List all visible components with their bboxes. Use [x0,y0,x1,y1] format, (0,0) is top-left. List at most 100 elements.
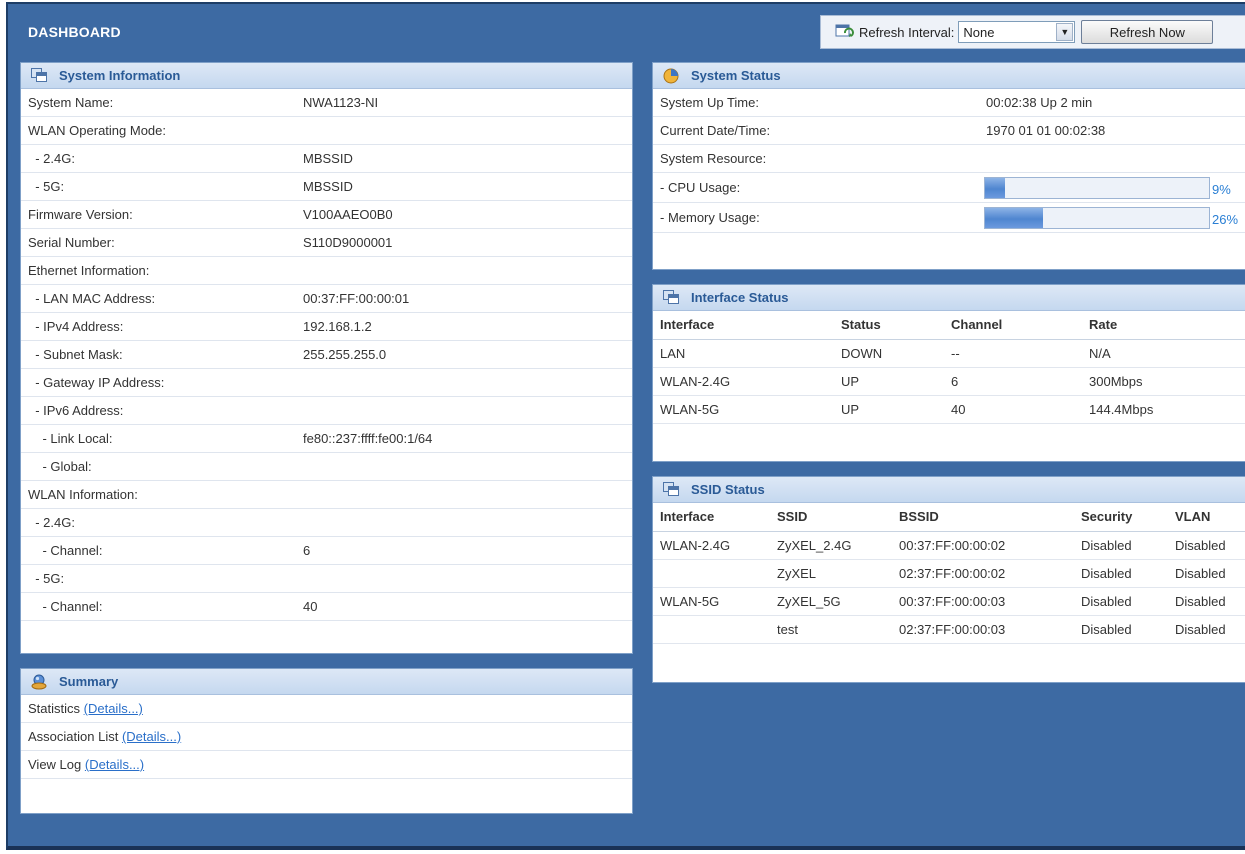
summary-item-statistics: Statistics (Details...) [21,695,632,723]
system-info-row: Serial Number: S110D9000001 [21,229,632,257]
system-info-row: - LAN MAC Address: 00:37:FF:00:00:01 [21,285,632,313]
system-info-row: - 5G: MBSSID [21,173,632,201]
table-cell: WLAN-5G [653,587,777,616]
memory-usage-label: - Memory Usage: [660,210,760,225]
system-status-header: System Status [653,63,1245,89]
status-pie-icon [663,68,681,84]
system-info-value: 6 [303,543,311,558]
summary-header: Summary [21,669,632,695]
system-information-title: System Information [59,68,181,83]
cpu-usage-percent: 9% [1212,182,1231,197]
column-header-ssid: SSID [777,503,899,532]
system-info-value: MBSSID [303,179,353,194]
table-cell: 02:37:FF:00:00:03 [899,615,1081,644]
system-info-label: - 2.4G: [28,515,75,530]
table-cell: test [777,615,899,644]
system-status-title: System Status [691,68,781,83]
system-info-label: - 5G: [28,179,65,194]
column-header-rate: Rate [1089,311,1245,340]
system-info-label: - 5G: [28,571,65,586]
table-cell: WLAN-2.4G [653,367,841,396]
system-info-row: - 5G: [21,565,632,593]
table-cell: UP [841,367,951,396]
association-list-details-link[interactable]: (Details...) [122,729,181,744]
summary-item-label: View Log [28,757,82,772]
system-info-row: - Channel: 40 [21,593,632,621]
interface-status-table: Interface Status Channel Rate LAN DOWN -- N… [653,311,1245,424]
table-cell: -- [951,339,1089,368]
system-info-row: - Subnet Mask: 255.255.255.0 [21,341,632,369]
table-cell: ZyXEL_5G [777,587,899,616]
system-info-value: NWA1123-NI [303,95,379,110]
table-row: ZyXEL 02:37:FF:00:00:02 Disabled Disabled [653,559,1245,588]
ssid-status-header: SSID Status [653,477,1245,503]
view-log-details-link[interactable]: (Details...) [85,757,144,772]
system-info-row: - Channel: 6 [21,537,632,565]
refresh-icon [835,24,855,40]
window-icon [31,67,49,84]
table-cell [653,615,777,644]
current-date-time-row: Current Date/Time: 1970 01 01 00:02:38 [653,117,1245,145]
system-info-label: - Channel: [28,599,103,614]
table-cell: Disabled [1175,615,1245,644]
system-resource-label: System Resource: [660,151,767,166]
table-header-row: Interface Status Channel Rate [653,311,1245,340]
summary-list: Statistics (Details...) Association List… [21,695,632,779]
system-info-label: - 2.4G: [28,151,75,166]
table-cell: 144.4Mbps [1089,395,1245,424]
table-cell: Disabled [1081,615,1175,644]
table-cell: Disabled [1081,587,1175,616]
system-info-label: - Global: [28,459,92,474]
system-resource-row: System Resource: [653,145,1245,173]
ssid-status-rows: WLAN-2.4G ZyXEL_2.4G 00:37:FF:00:00:02 Disa… [653,531,1245,644]
column-header-interface: Interface [653,311,841,340]
table-cell: Disabled [1175,559,1245,588]
memory-usage-percent: 26% [1212,212,1239,227]
table-cell: Disabled [1081,559,1175,588]
table-row: test 02:37:FF:00:00:03 Disabled Disabled [653,615,1245,644]
system-up-time-value: 00:02:38 Up 2 min [986,95,1093,110]
table-cell: LAN [653,339,841,368]
system-info-row: Ethernet Information: [21,257,632,285]
refresh-toolbar: Refresh Interval: None ▼ Refresh Now [820,15,1245,49]
system-info-value: V100AAEO0B0 [303,207,393,222]
column-header-security: Security [1081,503,1175,532]
chevron-down-icon[interactable]: ▼ [1056,23,1074,41]
interface-status-panel: Interface Status Interface Status Channe… [652,284,1245,462]
refresh-interval-value: None [963,24,995,40]
cpu-usage-fill [985,178,1006,198]
window-icon [663,289,681,306]
statistics-details-link[interactable]: (Details...) [84,701,143,716]
summary-title: Summary [59,674,119,689]
table-cell: Disabled [1175,587,1245,616]
window-icon [663,481,681,498]
cpu-usage-bar [984,177,1210,199]
table-cell: Disabled [1175,531,1245,560]
system-up-time-row: System Up Time: 00:02:38 Up 2 min [653,89,1245,117]
table-cell: Disabled [1081,531,1175,560]
column-header-status: Status [841,311,951,340]
table-header-row: Interface SSID BSSID Security VLAN [653,503,1245,532]
table-cell: 00:37:FF:00:00:03 [899,587,1081,616]
refresh-interval-select[interactable]: None ▼ [958,21,1076,43]
current-date-time-value: 1970 01 01 00:02:38 [986,123,1106,138]
cpu-usage-row: - CPU Usage: 9% [653,173,1245,203]
summary-icon [31,674,49,690]
system-up-time-label: System Up Time: [660,95,759,110]
refresh-now-button[interactable]: Refresh Now [1081,20,1214,44]
table-cell: 6 [951,367,1089,396]
system-info-label: - IPv4 Address: [28,319,124,334]
system-info-value: S110D9000001 [303,235,393,250]
ssid-status-table: Interface SSID BSSID Security VLAN WLAN-… [653,503,1245,644]
ssid-status-panel: SSID Status Interface SSID BSSID Securit… [652,476,1245,683]
system-info-row: WLAN Operating Mode: [21,117,632,145]
current-date-time-label: Current Date/Time: [660,123,771,138]
system-info-row: - 2.4G: MBSSID [21,145,632,173]
system-info-row: - IPv6 Address: [21,397,632,425]
system-info-row: - Global: [21,453,632,481]
system-info-label: WLAN Operating Mode: [28,123,167,138]
table-cell: 300Mbps [1089,367,1245,396]
system-status-list: System Up Time: 00:02:38 Up 2 min Curren… [653,89,1245,233]
system-info-value: fe80::237:ffff:fe00:1/64 [303,431,433,446]
summary-item-view-log: View Log (Details...) [21,751,632,779]
